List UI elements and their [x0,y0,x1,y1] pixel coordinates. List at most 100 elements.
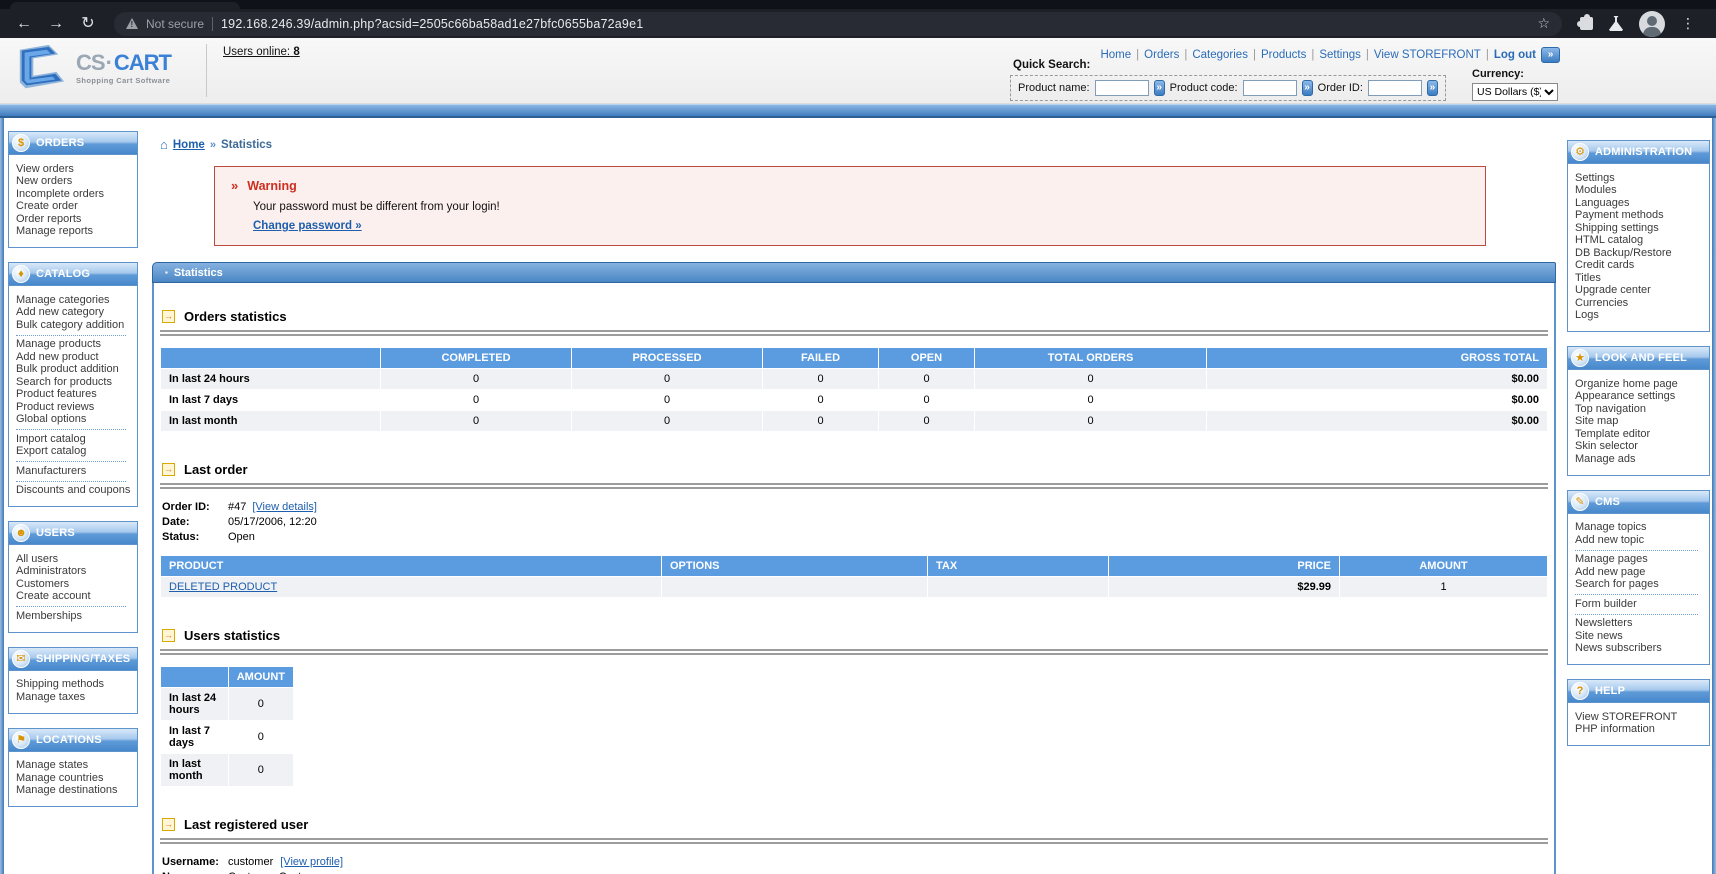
sidebar-item-export-catalog[interactable]: Export catalog [16,445,134,459]
menu-kebab-icon[interactable]: ⋮ [1681,15,1695,32]
sidebar-item-newsletters[interactable]: Newsletters [1575,617,1706,631]
nav-products[interactable]: Products [1261,49,1306,61]
sidebar-item-logs[interactable]: Logs [1575,309,1706,323]
sidebar-item-currencies[interactable]: Currencies [1575,297,1706,310]
sidebar-item-skin-selector[interactable]: Skin selector [1575,440,1706,454]
sidebar-item-appearance-settings[interactable]: Appearance settings [1575,390,1706,404]
users-online-link[interactable]: Users online: 8 [223,46,300,58]
nav-settings[interactable]: Settings [1319,49,1361,61]
change-password-link[interactable]: Change password » [253,220,362,232]
reload-icon[interactable]: ↻ [76,15,100,32]
sidebar-item-product-features[interactable]: Product features [16,388,134,402]
home-icon: ⌂ [160,137,168,152]
cms-box-title: CMS [1595,495,1621,508]
sidebar-item-shipping-methods[interactable]: Shipping methods [16,678,134,692]
sidebar-item-manufacturers[interactable]: Manufacturers [16,465,134,478]
table-row: In last 24 hours 0 [161,688,293,720]
sidebar-item-html-catalog[interactable]: HTML catalog [1575,234,1706,248]
sidebar-item-view-storefront[interactable]: View STOREFRONT [1575,711,1706,724]
sidebar-item-top-navigation[interactable]: Top navigation [1575,403,1706,416]
forward-icon[interactable]: → [44,15,68,32]
sidebar-item-manage-countries[interactable]: Manage countries [16,772,134,785]
sidebar-item-search-for-products[interactable]: Search for products [16,376,134,389]
sidebar-item-manage-pages[interactable]: Manage pages [1575,553,1706,567]
view-details-link[interactable]: [View details] [252,500,317,515]
sidebar-item-credit-cards[interactable]: Credit cards [1575,259,1706,273]
sidebar-item-languages[interactable]: Languages [1575,197,1706,210]
sidebar-item-modules[interactable]: Modules [1575,184,1706,198]
sidebar-item-add-new-topic[interactable]: Add new topic [1575,534,1706,547]
address-divider [212,16,214,31]
back-icon[interactable]: ← [12,15,36,32]
sidebar-item-import-catalog[interactable]: Import catalog [16,433,134,446]
sidebar-item-site-map[interactable]: Site map [1575,415,1706,429]
flask-icon[interactable] [1609,16,1623,31]
sidebar-item-manage-products[interactable]: Manage products [16,338,134,352]
sidebar-item-manage-reports[interactable]: Manage reports [16,225,134,239]
breadcrumb-home-link[interactable]: Home [173,139,205,151]
product-name-go-button[interactable]: » [1153,80,1165,96]
sidebar-item-template-editor[interactable]: Template editor [1575,428,1706,441]
sidebar-item-memberships[interactable]: Memberships [16,610,134,623]
sidebar-item-administrators[interactable]: Administrators [16,565,134,579]
product-code-go-button[interactable]: » [1301,80,1313,96]
sidebar-item-manage-destinations[interactable]: Manage destinations [16,784,134,798]
url-text[interactable]: 192.168.246.39/admin.php?acsid=2505c66ba… [221,17,1529,31]
nav-home[interactable]: Home [1100,49,1131,61]
sidebar-item-manage-topics[interactable]: Manage topics [1575,521,1706,535]
browser-tab[interactable] [10,2,240,9]
deleted-product-link[interactable]: DELETED PRODUCT [169,581,277,593]
nav-categories[interactable]: Categories [1192,49,1248,61]
nav-logout[interactable]: Log out [1494,49,1536,61]
sidebar-item-manage-taxes[interactable]: Manage taxes [16,691,134,704]
sidebar-item-upgrade-center[interactable]: Upgrade center [1575,284,1706,298]
sidebar-item-titles[interactable]: Titles [1575,272,1706,285]
product-code-input[interactable] [1242,80,1297,96]
sidebar-item-add-new-page[interactable]: Add new page [1575,566,1706,579]
sidebar-item-order-reports[interactable]: Order reports [16,213,134,226]
nav-view-storefront[interactable]: View STOREFRONT [1374,49,1481,61]
sidebar-item-organize-home-page[interactable]: Organize home page [1575,378,1706,391]
sidebar-item-create-account[interactable]: Create account [16,590,134,604]
sidebar-item-php-information[interactable]: PHP information [1575,723,1706,737]
sidebar-item-manage-states[interactable]: Manage states [16,759,134,773]
sidebar-item-search-for-pages[interactable]: Search for pages [1575,578,1706,592]
sidebar-item-news-subscribers[interactable]: News subscribers [1575,642,1706,656]
sidebar-item-product-reviews[interactable]: Product reviews [16,401,134,414]
sidebar-item-customers[interactable]: Customers [16,578,134,591]
sidebar-item-all-users[interactable]: All users [16,553,134,566]
product-name-input[interactable] [1094,80,1149,96]
sidebar-item-add-new-category[interactable]: Add new category [16,306,134,320]
extensions-icon[interactable] [1576,13,1593,30]
sidebar-item-bulk-category-addition[interactable]: Bulk category addition [16,319,134,332]
sidebar-item-db-backup-restore[interactable]: DB Backup/Restore [1575,247,1706,260]
view-profile-link[interactable]: [View profile] [280,855,343,870]
statistics-panel-body: → Orders statistics COMPLETED PROCESSED … [152,283,1556,874]
sidebar-item-add-new-product[interactable]: Add new product [16,351,134,364]
sidebar-item-view-orders[interactable]: View orders [16,163,134,176]
address-bar[interactable]: ! Not secure 192.168.246.39/admin.php?ac… [114,11,1562,36]
currency-select[interactable]: US Dollars ($) [1472,83,1558,101]
sidebar-item-global-options[interactable]: Global options [16,413,134,427]
sidebar-item-site-news[interactable]: Site news [1575,630,1706,643]
last-registered-user-section: → Last registered user Username: custome… [160,817,1548,874]
warning-title-text: Warning [247,179,297,193]
bookmark-star-icon[interactable]: ☆ [1537,15,1550,32]
order-id-go-button[interactable]: » [1426,80,1438,96]
sidebar-item-payment-methods[interactable]: Payment methods [1575,209,1706,223]
sidebar-item-create-order[interactable]: Create order [16,200,134,214]
order-id-input[interactable] [1367,80,1422,96]
name-value: Customer Customer [228,870,326,874]
sidebar-item-incomplete-orders[interactable]: Incomplete orders [16,188,134,201]
sidebar-item-form-builder[interactable]: Form builder [1575,598,1706,611]
logout-go-button[interactable]: » [1541,47,1560,63]
sidebar-item-manage-categories[interactable]: Manage categories [16,294,134,307]
nav-orders[interactable]: Orders [1144,49,1179,61]
sidebar-item-manage-ads[interactable]: Manage ads [1575,453,1706,466]
sidebar-item-discounts-and-coupons[interactable]: Discounts and coupons [16,484,134,498]
sidebar-item-shipping-settings[interactable]: Shipping settings [1575,222,1706,235]
sidebar-item-settings[interactable]: Settings [1575,172,1706,185]
sidebar-item-bulk-product-addition[interactable]: Bulk product addition [16,363,134,377]
sidebar-item-new-orders[interactable]: New orders [16,175,134,189]
profile-avatar[interactable] [1639,10,1665,37]
